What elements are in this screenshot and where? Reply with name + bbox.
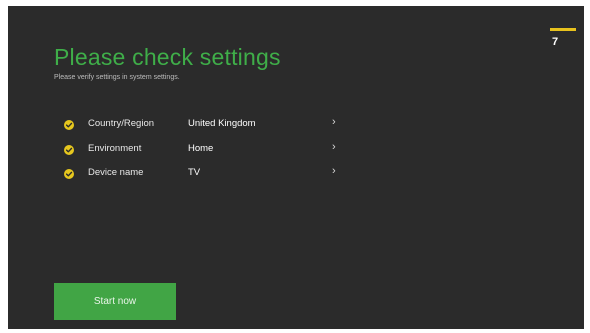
page-subtitle: Please verify settings in system setting…	[54, 74, 180, 81]
setting-label: Environment	[88, 142, 142, 154]
check-icon	[64, 144, 74, 155]
setting-label: Country/Region	[88, 118, 155, 129]
chevron-right-icon: ›	[332, 116, 336, 128]
chevron-right-icon: ›	[332, 140, 336, 153]
setting-row-country-region[interactable]: Country/Region United Kingdom ›	[64, 114, 364, 139]
setting-label: Device name	[88, 167, 144, 178]
setting-value: United Kingdom	[188, 118, 256, 129]
setting-value: TV	[188, 167, 201, 178]
setting-row-device-name[interactable]: Device name TV ›	[64, 163, 364, 188]
setting-value: Home	[188, 142, 214, 154]
setup-screen: 7 Please check settings Please verify se…	[8, 6, 584, 329]
step-number: 7	[552, 36, 559, 48]
step-progress-bar	[550, 28, 576, 31]
step-indicator: 7	[550, 28, 576, 48]
settings-list: Country/Region United Kingdom › Environm…	[64, 114, 364, 188]
check-icon	[64, 120, 74, 130]
page-title: Please check settings	[54, 44, 281, 70]
chevron-right-icon: ›	[332, 165, 336, 177]
check-icon	[64, 169, 74, 179]
start-now-button[interactable]: Start now	[54, 283, 176, 320]
setting-row-environment[interactable]: Environment Home ›	[64, 139, 364, 164]
